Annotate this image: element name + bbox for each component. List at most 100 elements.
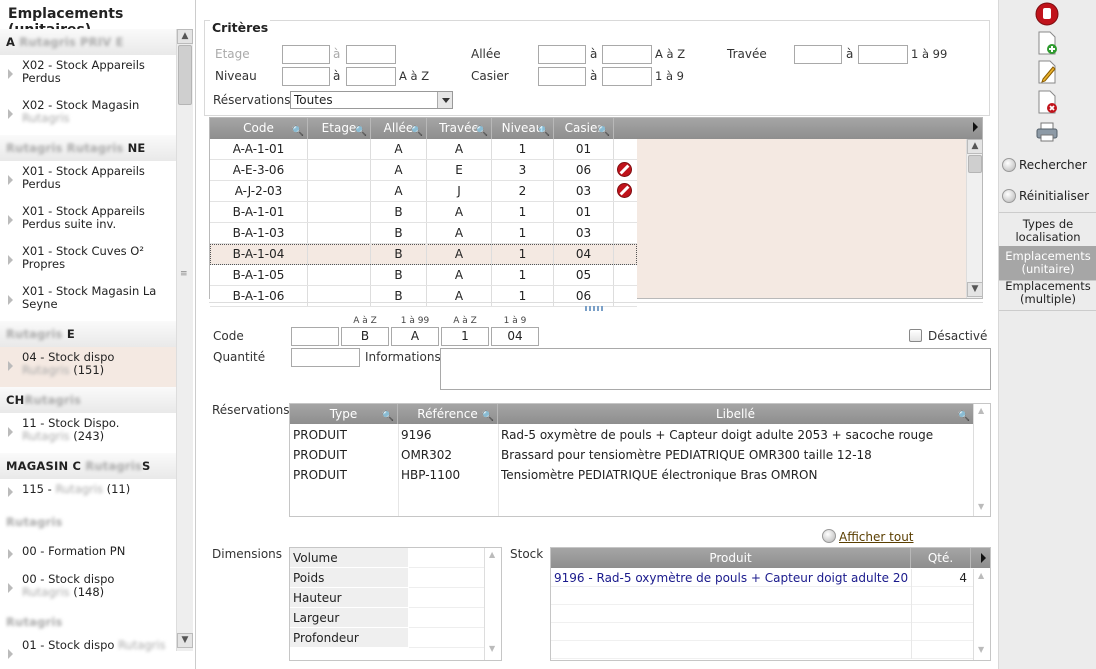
tree-item[interactable]: X02 - Stock Magasin Rutagris xyxy=(0,95,176,135)
grid-row[interactable]: B-A-1-04 B A 1 04 xyxy=(210,244,637,265)
scroll-up-icon[interactable]: ▲ xyxy=(978,571,984,580)
stock-row[interactable] xyxy=(551,623,973,641)
reservation-row[interactable]: PRODUIT 9196 Rad-5 oxymètre de pouls + Cap… xyxy=(290,425,973,445)
tree-scrollbar[interactable]: ▲ ≡ ▼ xyxy=(176,29,193,651)
col-header-qte[interactable]: Qté. xyxy=(911,548,971,568)
etage-to-input[interactable] xyxy=(346,45,396,64)
stock-row[interactable]: 9196 - Rad-5 oxymètre de pouls + Capteur… xyxy=(551,569,973,587)
reservations-scrollbar[interactable]: ▲ ▼ xyxy=(973,404,989,516)
printer-icon[interactable] xyxy=(1035,119,1059,145)
blocked-icon[interactable] xyxy=(617,162,632,177)
column-menu-icon[interactable] xyxy=(981,553,986,563)
tree-group-header[interactable]: Rutagris E xyxy=(0,321,176,347)
casier-from-input[interactable] xyxy=(538,67,586,86)
tree-item[interactable]: 00 - Stock dispo Rutagris (148) xyxy=(0,569,176,609)
scroll-up-icon[interactable]: ▲ xyxy=(967,139,983,154)
code-casier-input[interactable]: 04 xyxy=(491,327,539,346)
col-header-type[interactable]: Type 🔍 xyxy=(290,404,398,424)
travee-from-input[interactable] xyxy=(794,45,842,64)
scroll-thumb[interactable] xyxy=(968,155,982,173)
code-etage-input[interactable] xyxy=(291,327,339,346)
tree-item[interactable]: 11 - Stock Dispo. Rutagris (243) xyxy=(0,413,176,453)
tree-item[interactable]: X01 - Stock Magasin La Seyne xyxy=(0,281,176,321)
reservations-select[interactable]: Toutes xyxy=(290,91,453,109)
etage-from-input[interactable] xyxy=(282,45,330,64)
travee-to-input[interactable] xyxy=(858,45,908,64)
stock-row[interactable] xyxy=(551,587,973,605)
scroll-down-icon[interactable]: ▼ xyxy=(978,502,984,511)
afficher-tout-link[interactable]: Afficher tout xyxy=(839,530,914,544)
informations-textarea[interactable] xyxy=(440,348,991,390)
tree-item[interactable]: X01 - Stock Appareils Perdus xyxy=(0,161,176,201)
col-header-travee[interactable]: Travée 🔍 xyxy=(427,118,492,139)
chevron-down-icon[interactable] xyxy=(437,92,452,108)
scroll-down-icon[interactable]: ▼ xyxy=(489,644,495,653)
splitter[interactable] xyxy=(209,302,983,303)
col-header-produit[interactable]: Produit xyxy=(551,548,911,568)
scroll-up-icon[interactable]: ▲ xyxy=(978,406,984,415)
new-document-icon[interactable] xyxy=(1035,30,1059,56)
tree-group-header[interactable]: MAGASIN C RutagrisS xyxy=(0,453,176,479)
tree-item[interactable]: 01 - Stock dispo Rutagris xyxy=(0,635,176,669)
grid-row[interactable]: B-A-1-01 B A 1 01 xyxy=(210,202,637,223)
grid-row[interactable]: B-A-1-05 B A 1 05 xyxy=(210,265,637,286)
column-menu-icon[interactable] xyxy=(973,122,978,132)
scroll-down-icon[interactable]: ▼ xyxy=(177,633,193,648)
tree-item[interactable]: X02 - Stock Appareils Perdus xyxy=(0,55,176,95)
casier-to-input[interactable] xyxy=(602,67,652,86)
dimensions-scrollbar[interactable]: ▲ ▼ xyxy=(484,548,500,660)
col-header-etage[interactable]: Etage 🔍 xyxy=(308,118,371,139)
dimension-value[interactable] xyxy=(409,548,484,568)
reservation-row[interactable]: PRODUIT HBP-1100 Tensiomètre PEDIATRIQUE é… xyxy=(290,465,973,485)
allee-from-input[interactable] xyxy=(538,45,586,64)
scroll-thumb[interactable] xyxy=(178,45,192,105)
grid-row[interactable]: B-A-1-06 B A 1 06 xyxy=(210,286,637,307)
dimension-value[interactable] xyxy=(409,588,484,608)
scroll-up-icon[interactable]: ▲ xyxy=(489,550,495,559)
tree-item[interactable]: X01 - Stock Cuves O² Propres xyxy=(0,241,176,281)
edit-document-icon[interactable] xyxy=(1035,59,1059,85)
rechercher-button[interactable]: Rechercher xyxy=(1019,158,1087,172)
tree-group-header[interactable]: Rutagris Rutagris NE xyxy=(0,135,176,161)
grid-row[interactable]: A-A-1-01 A A 1 01 xyxy=(210,139,637,160)
nav-emplacements-multiple[interactable]: Emplacements (multiple) xyxy=(999,276,1096,311)
allee-to-input[interactable] xyxy=(602,45,652,64)
tree-group-header[interactable]: Rutagris xyxy=(0,609,176,635)
quantite-input[interactable] xyxy=(291,348,360,367)
afficher-tout-icon[interactable] xyxy=(822,529,836,543)
tree-group-header[interactable]: A Rutagris PRIV E xyxy=(0,29,176,55)
search-icon[interactable]: 🔍 xyxy=(382,407,394,427)
code-allee-input[interactable]: B xyxy=(341,327,389,346)
niveau-to-input[interactable] xyxy=(346,67,396,86)
col-header-niveau[interactable]: Niveau 🔍 xyxy=(492,118,554,139)
search-icon[interactable]: 🔍 xyxy=(958,407,970,427)
col-header-allee[interactable]: Allée 🔍 xyxy=(371,118,427,139)
grid-row[interactable]: A-J-2-03 A J 2 03 xyxy=(210,181,637,202)
splitter-grip-icon[interactable] xyxy=(585,306,605,311)
stock-scrollbar[interactable]: ▲ ▼ xyxy=(973,569,989,660)
nav-types-localisation[interactable]: Types de localisation xyxy=(999,214,1096,249)
grid-row[interactable]: A-E-3-06 A E 3 06 xyxy=(210,160,637,181)
col-header-libelle[interactable]: Libellé 🔍 xyxy=(498,404,973,424)
reinitialiser-icon[interactable] xyxy=(1002,189,1016,203)
dimension-value[interactable] xyxy=(409,628,484,648)
tree-group-header[interactable]: Rutagris xyxy=(0,509,176,535)
reservation-row[interactable]: PRODUIT OMR302 Brassard pour tensiomètre P… xyxy=(290,445,973,465)
niveau-from-input[interactable] xyxy=(282,67,330,86)
scroll-down-icon[interactable]: ▼ xyxy=(967,282,983,297)
scroll-up-icon[interactable]: ▲ xyxy=(177,29,193,44)
col-header-reference[interactable]: Référence 🔍 xyxy=(398,404,498,424)
dimension-value[interactable] xyxy=(409,608,484,628)
grid-scrollbar[interactable]: ▲ ▼ xyxy=(966,139,983,298)
search-icon[interactable]: 🔍 xyxy=(482,407,494,427)
tree-item[interactable]: 00 - Formation PN xyxy=(0,535,176,569)
tree-item[interactable]: 115 - Rutagris (11) xyxy=(0,479,176,509)
code-travee-input[interactable]: A xyxy=(391,327,439,346)
tree-item-selected[interactable]: 04 - Stock dispo Rutagris (151) xyxy=(0,347,176,387)
tree-group-header[interactable]: CHRutagris xyxy=(0,387,176,413)
code-niveau-input[interactable]: 1 xyxy=(441,327,489,346)
rechercher-icon[interactable] xyxy=(1002,158,1016,172)
tree-item[interactable]: X01 - Stock Appareils Perdus suite inv. xyxy=(0,201,176,241)
stop-hand-icon[interactable] xyxy=(1035,1,1059,27)
stock-row[interactable] xyxy=(551,605,973,623)
